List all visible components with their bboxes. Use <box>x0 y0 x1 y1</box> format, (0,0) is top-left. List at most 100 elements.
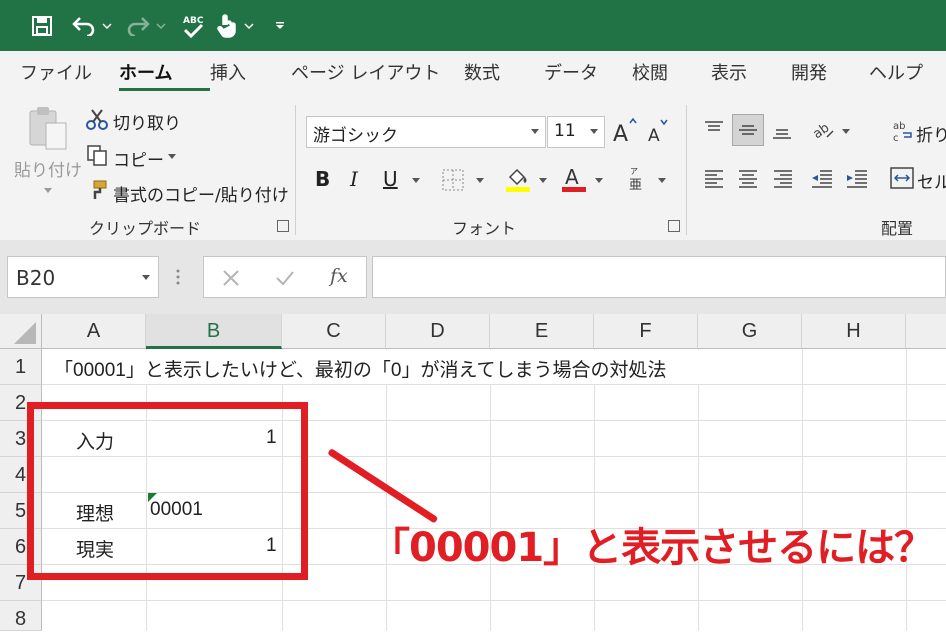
row-header-1[interactable]: 1 <box>0 349 42 385</box>
border-dropdown-icon[interactable] <box>476 178 484 183</box>
svg-text:A: A <box>565 165 579 189</box>
cell-a1[interactable]: 「00001」と表示したいけど、最初の「0」が消えてしまう場合の対処法 <box>54 355 667 382</box>
paste-button-label[interactable]: 貼り付け <box>14 156 82 181</box>
underline-button[interactable]: U <box>383 167 398 191</box>
tab-formulas[interactable]: 数式 <box>464 51 544 97</box>
phonetic-dropdown-icon[interactable] <box>658 178 666 183</box>
save-icon[interactable] <box>28 0 56 51</box>
wrap-text-icon[interactable]: ab c <box>890 117 914 145</box>
touch-mode-icon[interactable] <box>212 0 242 51</box>
copy-icon[interactable] <box>86 144 108 166</box>
clipboard-group-label: クリップボード <box>89 219 202 238</box>
column-header-f[interactable]: F <box>594 314 698 349</box>
format-painter-label[interactable]: 書式のコピー/貼り付け <box>113 181 289 206</box>
clipboard-launcher-icon[interactable] <box>277 220 289 232</box>
tab-page-layout[interactable]: ページ レイアウト <box>291 51 464 97</box>
tab-developer[interactable]: 開発 <box>791 51 869 97</box>
tab-insert[interactable]: 挿入 <box>210 51 291 97</box>
merge-center-label[interactable]: セル <box>917 168 946 193</box>
grid-line <box>42 384 946 385</box>
wrap-text-label[interactable]: 折り <box>916 121 946 146</box>
customize-icon[interactable] <box>268 0 292 51</box>
ribbon-separator <box>295 105 296 235</box>
orientation-dropdown-icon[interactable] <box>842 129 850 134</box>
row-header-8[interactable]: 8 <box>0 601 42 631</box>
fill-color-dropdown-icon[interactable] <box>539 178 547 183</box>
font-color-icon[interactable]: A <box>561 165 587 193</box>
name-box-dropdown-icon[interactable] <box>142 275 150 280</box>
align-top-icon[interactable] <box>700 115 728 143</box>
tab-file[interactable]: ファイル <box>20 51 119 97</box>
increase-indent-icon[interactable] <box>843 164 871 192</box>
column-header-d[interactable]: D <box>386 314 490 349</box>
select-all-corner[interactable] <box>0 314 42 349</box>
orientation-icon[interactable]: ab <box>810 116 836 144</box>
align-center-icon[interactable] <box>734 164 762 192</box>
column-header-h[interactable]: H <box>802 314 906 349</box>
formula-bar-grip-icon <box>174 266 182 288</box>
svg-text:ア: ア <box>630 167 638 176</box>
align-left-icon[interactable] <box>700 164 728 192</box>
tab-review[interactable]: 校閲 <box>632 51 711 97</box>
ribbon-tabs: ファイル ホーム 挿入 ページ レイアウト 数式 データ 校閲 表示 開発 ヘル… <box>0 51 946 97</box>
undo-dropdown-icon[interactable] <box>100 0 114 51</box>
font-launcher-icon[interactable] <box>668 220 680 232</box>
redo-icon[interactable] <box>122 0 154 51</box>
font-name-value: 游ゴシック <box>313 126 398 146</box>
format-painter-icon[interactable] <box>86 179 108 201</box>
copy-button-label[interactable]: コピー <box>113 146 164 171</box>
column-header-next[interactable] <box>906 314 946 349</box>
align-middle-icon[interactable] <box>732 114 764 146</box>
redo-dropdown-icon[interactable] <box>154 0 168 51</box>
tab-home[interactable]: ホーム <box>119 51 210 97</box>
tab-data[interactable]: データ <box>544 51 632 97</box>
column-header-g[interactable]: G <box>698 314 802 349</box>
paste-dropdown-icon[interactable] <box>44 188 52 193</box>
border-icon[interactable] <box>441 168 465 192</box>
alignment-group-label: 配置 <box>881 219 914 238</box>
cut-icon[interactable] <box>86 108 108 130</box>
merge-center-icon[interactable] <box>889 165 915 191</box>
underline-dropdown-icon[interactable] <box>412 178 420 183</box>
italic-button[interactable]: I <box>350 167 358 191</box>
grid-line <box>906 349 907 631</box>
align-bottom-icon[interactable] <box>768 117 796 145</box>
font-name-select[interactable]: 游ゴシック <box>306 116 546 148</box>
formula-input[interactable] <box>372 256 946 298</box>
column-header-c[interactable]: C <box>282 314 386 349</box>
font-size-select[interactable]: 11 <box>547 116 605 148</box>
tab-view[interactable]: 表示 <box>711 51 791 97</box>
decrease-indent-icon[interactable] <box>808 164 836 192</box>
undo-icon[interactable] <box>68 0 100 51</box>
column-header-e[interactable]: E <box>490 314 594 349</box>
grid-line <box>698 349 699 631</box>
grid-line <box>802 349 803 631</box>
font-color-dropdown-icon[interactable] <box>595 178 603 183</box>
touch-dropdown-icon[interactable] <box>242 0 256 51</box>
grid-line <box>490 349 491 631</box>
svg-text:亜: 亜 <box>629 178 642 193</box>
quick-access-toolbar: ABC <box>0 0 946 51</box>
phonetic-guide-icon[interactable]: ア亜 <box>625 165 649 193</box>
name-box[interactable]: B20 <box>7 256 159 298</box>
spelling-icon[interactable]: ABC <box>178 0 208 51</box>
tab-help[interactable]: ヘルプ <box>869 51 939 97</box>
bold-button[interactable]: B <box>315 167 330 191</box>
enter-icon[interactable] <box>274 267 296 289</box>
align-right-icon[interactable] <box>769 164 797 192</box>
cut-button-label[interactable]: 切り取り <box>113 109 181 134</box>
grid-line <box>594 349 595 631</box>
decrease-font-size-icon[interactable]: A <box>646 117 670 147</box>
highlight-box <box>27 402 308 580</box>
svg-text:A: A <box>648 126 660 146</box>
paste-icon[interactable] <box>26 105 70 153</box>
cancel-icon[interactable] <box>220 267 242 289</box>
column-header-a[interactable]: A <box>42 314 146 349</box>
font-group-label: フォント <box>452 219 517 238</box>
column-header-b[interactable]: B <box>146 314 282 349</box>
callout-text: 「00001」と表示させるには？ <box>370 525 934 571</box>
fill-color-icon[interactable] <box>505 165 531 193</box>
insert-function-button[interactable]: fx <box>330 265 348 287</box>
increase-font-size-icon[interactable]: A <box>612 117 638 147</box>
copy-dropdown-icon[interactable] <box>168 154 176 159</box>
